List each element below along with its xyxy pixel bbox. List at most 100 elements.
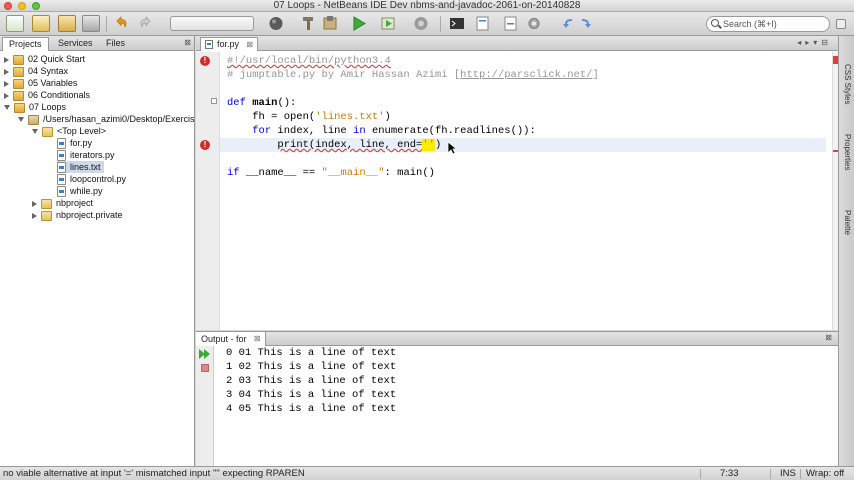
code-token: '' [422, 139, 435, 151]
tab-output-for[interactable]: Output - for ⊠ [196, 332, 266, 346]
tree-item-06-conditionals[interactable]: 06 Conditionals [4, 89, 90, 101]
status-separator [800, 469, 801, 479]
debug-icon[interactable] [380, 15, 398, 32]
search-icon [711, 19, 719, 27]
wrap-mode[interactable]: Wrap: off [806, 467, 844, 480]
tree-item-label: 02 Quick Start [28, 54, 86, 64]
open-project-icon[interactable] [58, 15, 76, 32]
new-file-icon[interactable] [6, 15, 24, 32]
tree-item-label: while.py [70, 186, 103, 196]
close-tab-icon[interactable]: ⊠ [254, 332, 261, 346]
forward-icon[interactable] [578, 15, 596, 32]
main-toolbar: Search (⌘+I) [0, 12, 854, 36]
tab-properties[interactable]: Properties [841, 134, 853, 170]
error-icon[interactable]: ! [200, 140, 210, 150]
bookmark-icon[interactable] [474, 15, 492, 32]
search-input[interactable]: Search (⌘+I) [706, 16, 830, 32]
code-token: : main() [384, 167, 435, 179]
tree-item-source-root[interactable]: /Users/hasan_azimi0/Desktop/Exercis [18, 113, 195, 125]
editor-window-controls[interactable]: ◂▸▾⊟ [797, 38, 832, 47]
expand-icon[interactable] [4, 56, 9, 63]
expand-toolbar-button[interactable] [836, 19, 846, 29]
tab-projects[interactable]: Projects [2, 37, 49, 51]
clean-build-icon[interactable] [268, 15, 286, 32]
projects-panel: Projects Services Files ⊠ 02 Quick Start… [0, 36, 195, 466]
tree-item-top-level[interactable]: <Top Level> [32, 125, 106, 137]
tab-services[interactable]: Services [52, 37, 99, 51]
code-token: main [252, 97, 278, 109]
code-token: ] [592, 69, 599, 81]
code-line-2: # jumptable.py by Amir Hassan Azimi [htt… [227, 68, 599, 82]
search-placeholder: Search (⌘+I) [723, 19, 777, 29]
collapse-icon[interactable] [32, 129, 38, 135]
code-token: in [353, 125, 366, 137]
stop-icon[interactable] [201, 364, 209, 372]
gear-icon[interactable] [526, 15, 544, 32]
insert-mode[interactable]: INS [780, 467, 796, 480]
python-file-icon [57, 186, 66, 198]
code-line-7: print(index, line, end='') [220, 138, 826, 152]
output-line: 3 04 This is a line of text [226, 389, 397, 401]
tree-item-05-variables[interactable]: 05 Variables [4, 77, 77, 89]
expand-icon[interactable] [32, 200, 37, 207]
tree-item-nbproject[interactable]: nbproject [32, 197, 93, 209]
expand-icon[interactable] [4, 68, 9, 75]
expand-icon[interactable] [4, 80, 9, 87]
tree-item-loopcontrol-py[interactable]: loopcontrol.py [57, 173, 126, 186]
fold-icon[interactable] [211, 98, 217, 104]
output-window: Output - for ⊠ ⊠ 0 01 This is a line of … [196, 331, 838, 467]
tree-item-02-quick-start[interactable]: 02 Quick Start [4, 53, 85, 65]
code-token: #!/usr/local/bin/python3.4 [227, 55, 391, 67]
code-text[interactable]: #!/usr/local/bin/python3.4 # jumptable.p… [220, 52, 832, 330]
tree-item-07-loops[interactable]: 07 Loops [4, 101, 66, 113]
right-sidebar: CSS Styles Properties Palette [838, 36, 854, 466]
tree-item-label: /Users/hasan_azimi0/Desktop/Exercis [43, 114, 195, 124]
tree-item-for-py[interactable]: for.py [57, 137, 92, 150]
toolbar-separator [106, 16, 107, 32]
tree-item-nbproject-private[interactable]: nbproject.private [32, 209, 123, 221]
redo-icon[interactable] [137, 15, 155, 32]
window-title: 07 Loops - NetBeans IDE Dev nbms-and-jav… [273, 0, 581, 11]
output-close-icon[interactable]: ⊠ [825, 333, 832, 342]
build-icon[interactable] [322, 15, 340, 32]
tab-css-styles[interactable]: CSS Styles [841, 64, 853, 104]
collapse-icon[interactable] [18, 117, 24, 123]
error-icon[interactable]: ! [200, 56, 210, 66]
undo-icon[interactable] [112, 15, 130, 32]
new-project-icon[interactable] [32, 15, 50, 32]
tab-palette[interactable]: Palette [841, 210, 853, 235]
code-token: index, line [271, 125, 354, 137]
status-bar: no viable alternative at input '=' misma… [0, 466, 854, 480]
panel-close-icon[interactable]: ⊠ [184, 38, 191, 47]
close-project-icon[interactable] [82, 15, 100, 32]
folder-icon [28, 114, 39, 125]
tab-files[interactable]: Files [100, 37, 131, 51]
expand-icon[interactable] [32, 212, 37, 219]
tree-item-label: iterators.py [70, 150, 115, 160]
cursor-position[interactable]: 7:33 [720, 467, 739, 480]
tree-item-lines-txt[interactable]: lines.txt [57, 161, 104, 174]
terminal-icon[interactable] [448, 15, 466, 32]
profile-icon[interactable] [413, 15, 431, 32]
collapse-icon[interactable] [4, 105, 10, 111]
tree-item-while-py[interactable]: while.py [57, 185, 103, 198]
back-icon[interactable] [560, 15, 578, 32]
python-file-icon [57, 138, 66, 150]
tab-for-py[interactable]: for.py ⊠ [200, 37, 259, 51]
rerun-icon[interactable] [199, 349, 211, 360]
output-line: 4 05 This is a line of text [226, 403, 397, 415]
bookmark-add-icon[interactable] [502, 15, 520, 32]
tree-item-04-syntax[interactable]: 04 Syntax [4, 65, 68, 77]
code-token: def [227, 97, 246, 109]
package-icon [42, 126, 53, 137]
code-link[interactable]: http://parsclick.net/ [460, 69, 592, 81]
configuration-select[interactable] [170, 16, 254, 31]
run-icon[interactable] [350, 15, 368, 32]
close-tab-icon[interactable]: ⊠ [246, 38, 253, 51]
expand-icon[interactable] [4, 92, 9, 99]
tree-item-iterators-py[interactable]: iterators.py [57, 149, 115, 162]
build-hammer-icon[interactable] [300, 15, 318, 32]
code-line-4: def main(): [227, 96, 296, 110]
tree-item-label: 07 Loops [29, 102, 67, 112]
